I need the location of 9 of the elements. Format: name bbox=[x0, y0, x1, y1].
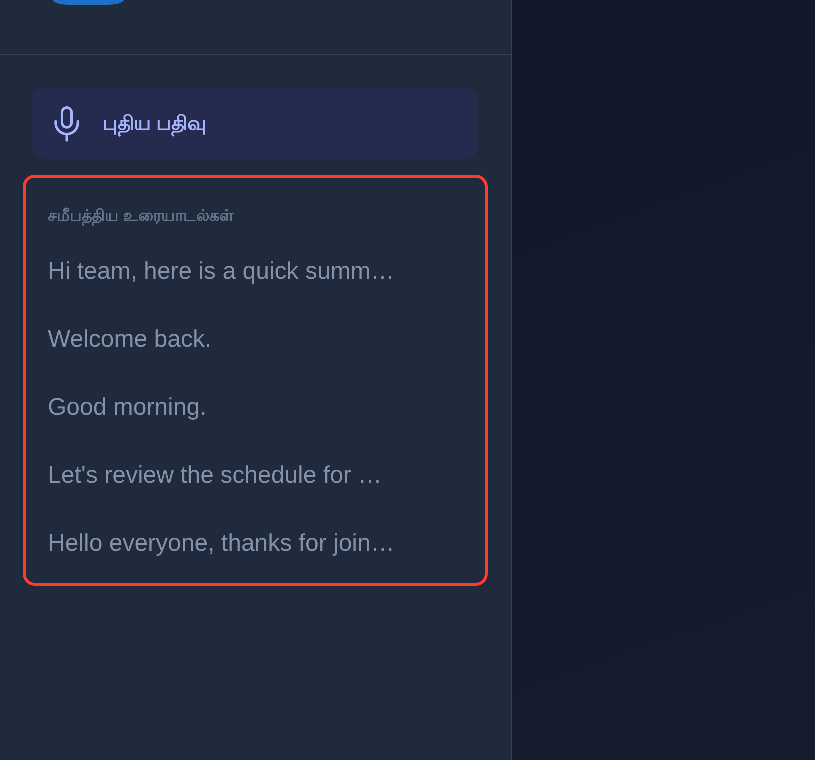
section-heading: சமீபத்திய உரையாடல்கள் bbox=[48, 207, 236, 227]
conversation-item[interactable]: Hello everyone, thanks for join… bbox=[48, 510, 475, 578]
new-recording-button[interactable]: புதிய பதிவு bbox=[32, 88, 478, 159]
tile-icon bbox=[53, 0, 124, 5]
conversation-item[interactable]: Hi team, here is a quick summ… bbox=[48, 238, 475, 306]
conversation-item[interactable]: Let's review the schedule for … bbox=[48, 442, 475, 510]
microphone-icon bbox=[54, 106, 80, 142]
conversation-item[interactable]: Welcome back. bbox=[48, 306, 475, 374]
conversation-item[interactable]: Good morning. bbox=[48, 374, 475, 442]
